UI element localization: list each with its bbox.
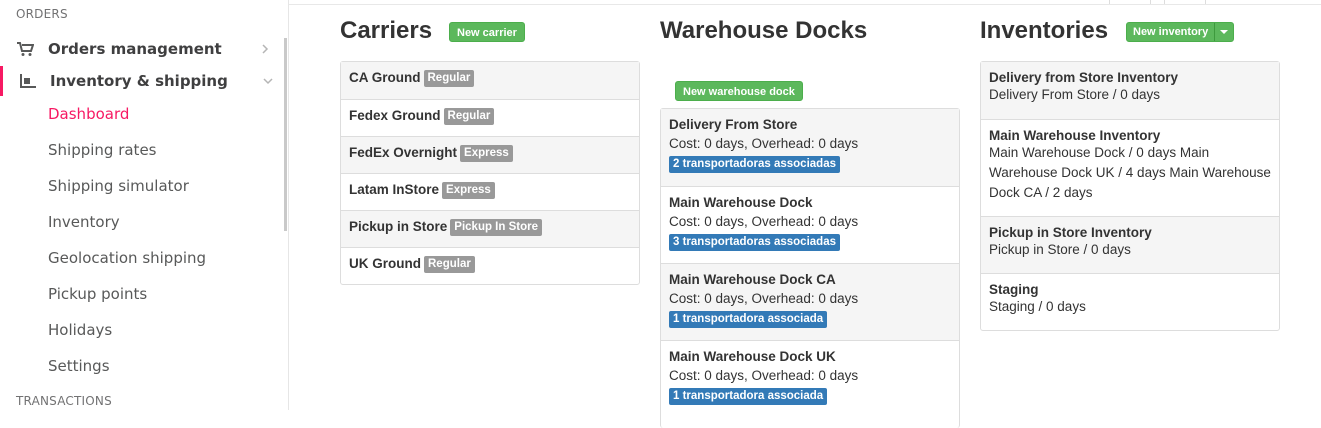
carrier-name: Fedex Ground bbox=[349, 108, 441, 123]
sidebar-item-holidays[interactable]: Holidays bbox=[48, 321, 112, 339]
dock-cost: Cost: 0 days, Overhead: 0 days bbox=[669, 214, 859, 229]
dock-carriers-badge: 3 transportadoras associadas bbox=[669, 234, 840, 251]
inventory-row[interactable]: Main Warehouse Inventory Main Warehouse … bbox=[981, 119, 1279, 216]
inventory-detail: Delivery From Store / 0 days bbox=[989, 87, 1161, 102]
inventory-detail: Staging / 0 days bbox=[989, 299, 1086, 314]
inventory-name: Delivery from Store Inventory bbox=[989, 70, 1179, 85]
inventory-detail: Pickup in Store / 0 days bbox=[989, 242, 1131, 257]
dock-carriers-badge: 1 transportadora associada bbox=[669, 388, 828, 405]
carrier-name: UK Ground bbox=[349, 256, 421, 271]
sidebar-item-inventory[interactable]: Inventory bbox=[48, 213, 120, 231]
sidebar-item-dashboard[interactable]: Dashboard bbox=[48, 105, 129, 123]
inventory-name: Staging bbox=[989, 282, 1039, 297]
new-inventory-button[interactable]: New inventory bbox=[1127, 23, 1214, 41]
inventory-detail: Main Warehouse Dock / 0 days Main Wareho… bbox=[989, 145, 1271, 200]
carrier-row[interactable]: Fedex Ground Regular bbox=[341, 99, 639, 136]
inventory-row[interactable]: Delivery from Store Inventory Delivery F… bbox=[981, 62, 1279, 119]
new-inventory-button-group: New inventory bbox=[1126, 22, 1235, 42]
dock-row[interactable]: Main Warehouse Dock CA Cost: 0 days, Ove… bbox=[661, 263, 959, 340]
carriers-list: CA Ground Regular Fedex Ground Regular Fed… bbox=[340, 61, 640, 285]
sidebar-item-geolocation-shipping[interactable]: Geolocation shipping bbox=[48, 249, 206, 267]
carrier-name: FedEx Overnight bbox=[349, 145, 458, 160]
carrier-name: Latam InStore bbox=[349, 182, 440, 197]
carrier-type-badge: Express bbox=[460, 145, 513, 162]
dock-row[interactable]: Main Warehouse Dock Cost: 0 days, Overhe… bbox=[661, 186, 959, 263]
sidebar-item-pickup-points[interactable]: Pickup points bbox=[48, 285, 147, 303]
section-label-transactions: TRANSACTIONS bbox=[16, 394, 112, 408]
dock-row[interactable]: Main Warehouse Dock UK Cost: 0 days, Ove… bbox=[661, 340, 959, 417]
dropdown-caret-icon[interactable] bbox=[1214, 23, 1233, 41]
dock-name: Delivery From Store bbox=[669, 117, 798, 132]
menu-label-inventory-shipping: Inventory & shipping bbox=[50, 72, 228, 90]
dock-cost: Cost: 0 days, Overhead: 0 days bbox=[669, 368, 859, 383]
menu-label-orders-management: Orders management bbox=[48, 40, 222, 58]
dock-row[interactable]: Delivery From Store Cost: 0 days, Overhe… bbox=[661, 109, 959, 186]
top-tab[interactable] bbox=[1109, 0, 1151, 4]
carrier-type-badge: Regular bbox=[443, 108, 495, 125]
carrier-row[interactable]: Latam InStore Express bbox=[341, 173, 639, 210]
carrier-name: Pickup in Store bbox=[349, 219, 448, 234]
dock-name: Main Warehouse Dock UK bbox=[669, 349, 836, 364]
dock-name: Main Warehouse Dock CA bbox=[669, 272, 836, 287]
dock-cost: Cost: 0 days, Overhead: 0 days bbox=[669, 291, 859, 306]
sidebar-item-shipping-simulator[interactable]: Shipping simulator bbox=[48, 177, 189, 195]
inventories-list: Delivery from Store Inventory Delivery F… bbox=[980, 61, 1280, 331]
carrier-row[interactable]: UK Ground Regular bbox=[341, 247, 639, 284]
inventory-name: Pickup in Store Inventory bbox=[989, 225, 1152, 240]
forklift-icon bbox=[20, 74, 36, 88]
inventory-row[interactable]: Pickup in Store Inventory Pickup in Stor… bbox=[981, 216, 1279, 273]
sidebar-item-settings[interactable]: Settings bbox=[48, 357, 110, 375]
top-bar bbox=[289, 0, 1321, 5]
carrier-row[interactable]: Pickup in Store Pickup In Store bbox=[341, 210, 639, 247]
carrier-type-badge: Regular bbox=[423, 70, 475, 87]
dock-carriers-badge: 1 transportadora associada bbox=[669, 311, 828, 328]
sidebar-scrollbar[interactable] bbox=[284, 38, 287, 231]
dock-name: Main Warehouse Dock bbox=[669, 195, 813, 210]
sidebar-item-shipping-rates[interactable]: Shipping rates bbox=[48, 141, 157, 159]
dock-cost: Cost: 0 days, Overhead: 0 days bbox=[669, 136, 859, 151]
menu-inventory-shipping[interactable]: Inventory & shipping bbox=[0, 66, 287, 96]
carrier-type-badge: Regular bbox=[424, 256, 475, 273]
dock-carriers-badge: 2 transportadoras associadas bbox=[669, 156, 840, 173]
sidebar: ORDERS Orders management Inventory & shi… bbox=[0, 0, 289, 410]
carrier-row[interactable]: FedEx Overnight Express bbox=[341, 136, 639, 173]
new-carrier-button[interactable]: New carrier bbox=[449, 22, 525, 42]
chevron-right-icon bbox=[262, 44, 269, 54]
carriers-title: Carriers bbox=[340, 17, 433, 44]
inventory-name: Main Warehouse Inventory bbox=[989, 128, 1161, 143]
cart-icon bbox=[17, 42, 34, 56]
inventory-row[interactable]: Staging Staging / 0 days bbox=[981, 273, 1279, 330]
docks-title: Warehouse Docks bbox=[660, 17, 868, 44]
top-tab[interactable] bbox=[1164, 0, 1206, 4]
section-label-orders: ORDERS bbox=[16, 7, 68, 21]
carrier-type-badge: Express bbox=[442, 182, 495, 199]
chevron-down-icon bbox=[263, 78, 273, 85]
menu-orders-management[interactable]: Orders management bbox=[0, 34, 284, 64]
carrier-type-badge: Pickup In Store bbox=[450, 219, 542, 236]
new-warehouse-dock-button[interactable]: New warehouse dock bbox=[675, 81, 803, 101]
carrier-row[interactable]: CA Ground Regular bbox=[341, 62, 639, 99]
docks-list: Delivery From Store Cost: 0 days, Overhe… bbox=[660, 108, 960, 428]
inventories-title: Inventories bbox=[980, 17, 1109, 44]
carrier-name: CA Ground bbox=[349, 70, 421, 85]
